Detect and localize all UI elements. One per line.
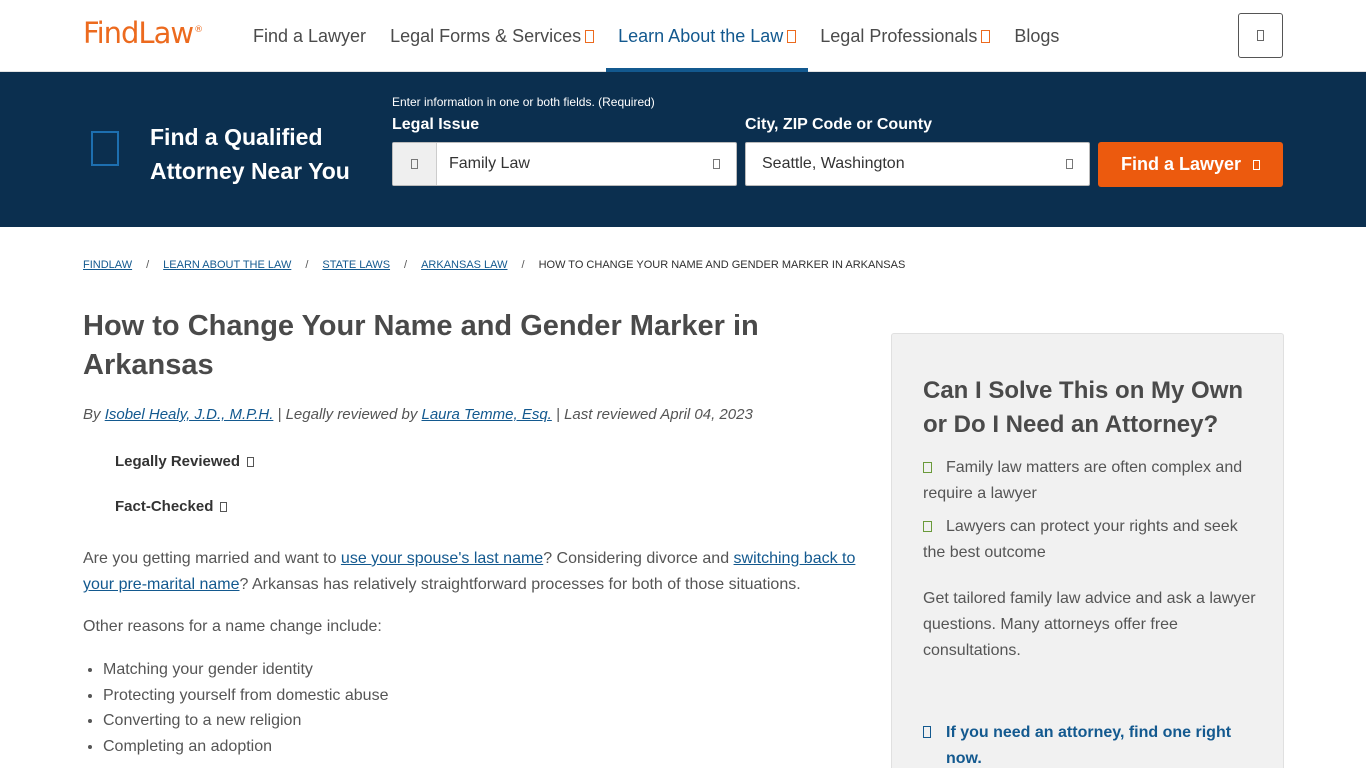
breadcrumb-separator: /	[305, 259, 309, 271]
close-icon[interactable]	[1065, 159, 1073, 169]
breadcrumb-current: HOW TO CHANGE YOUR NAME AND GENDER MARKE…	[538, 259, 906, 271]
find-attorney-link[interactable]: If you need an attorney, find one right …	[923, 720, 1253, 768]
menu-icon[interactable]	[1257, 30, 1264, 41]
byline-reviewed-prefix: | Legally reviewed by	[273, 406, 422, 423]
intro-text-3: ? Arkansas has relatively straightforwar…	[239, 576, 801, 593]
list-item: Protecting yourself from domestic abuse	[103, 683, 388, 709]
location-input[interactable]: Seattle, Washington	[746, 155, 1049, 173]
intro-text-2: ? Considering divorce and	[543, 550, 734, 567]
search-hint: Enter information in one or both fields.…	[392, 95, 655, 109]
nav-find-a-lawyer-label[interactable]: Find a Lawyer	[253, 26, 366, 47]
nav-find-a-lawyer[interactable]: Find a Lawyer	[241, 0, 378, 72]
top-navigation: FindLaw® Find a Lawyer Legal Forms & Ser…	[0, 0, 1366, 72]
card-title: Can I Solve This on My Own or Do I Need …	[923, 377, 1244, 438]
reasons-list: Matching your gender identity Protecting…	[103, 657, 388, 760]
location-clear[interactable]	[1049, 159, 1089, 169]
reviewer-link[interactable]: Laura Temme, Esq.	[422, 406, 552, 423]
card-point-text: Lawyers can protect your rights and seek…	[923, 518, 1238, 561]
search-heading: Find a Qualified Attorney Near You	[150, 124, 350, 184]
nav-legal-professionals-label[interactable]: Legal Professionals	[820, 26, 977, 47]
legal-issue-clear[interactable]	[696, 159, 736, 169]
chevron-down-icon[interactable]	[220, 501, 228, 512]
find-attorney-link-label[interactable]: If you need an attorney, find one right …	[946, 720, 1253, 768]
list-item: Matching your gender identity	[103, 657, 388, 683]
findlaw-logo[interactable]: FindLaw®	[83, 16, 203, 50]
breadcrumb-findlaw[interactable]: FINDLAW	[83, 259, 132, 271]
legal-issue-label: Legal Issue	[392, 116, 480, 133]
legal-issue-field[interactable]: Family Law	[392, 142, 737, 186]
spouse-last-name-link[interactable]: use your spouse's last name	[341, 550, 543, 567]
logo-registered-mark: ®	[194, 25, 203, 36]
list-item: Completing an adoption	[103, 734, 388, 760]
card-point: Family law matters are often complex and…	[923, 455, 1263, 507]
attorney-help-card: Can I Solve This on My Own or Do I Need …	[891, 333, 1284, 768]
briefcase-icon	[411, 159, 418, 169]
nav-blogs-label[interactable]: Blogs	[1014, 26, 1059, 47]
legal-issue-prefix	[393, 143, 437, 185]
byline-last-reviewed: | Last reviewed April 04, 2023	[551, 406, 753, 423]
check-icon	[923, 462, 932, 474]
attorney-icon	[91, 131, 119, 166]
intro-text-1: Are you getting married and want to	[83, 550, 341, 567]
nav-learn-label[interactable]: Learn About the Law	[618, 26, 783, 47]
card-body: Get tailored family law advice and ask a…	[923, 590, 1256, 659]
nav-blogs[interactable]: Blogs	[1002, 0, 1071, 72]
byline-by: By	[83, 406, 105, 423]
nav-legal-forms[interactable]: Legal Forms & Services	[378, 0, 606, 72]
nav-learn-about-the-law[interactable]: Learn About the Law	[606, 0, 809, 72]
chevron-down-icon[interactable]	[247, 456, 255, 467]
byline: By Isobel Healy, J.D., M.P.H. | Legally …	[83, 406, 753, 423]
chevron-down-icon[interactable]	[787, 29, 797, 43]
chevron-down-icon[interactable]	[585, 29, 595, 43]
card-point: Lawyers can protect your rights and seek…	[923, 514, 1263, 566]
location-field[interactable]: Seattle, Washington	[745, 142, 1090, 186]
legally-reviewed-label[interactable]: Legally Reviewed	[115, 453, 240, 470]
page-title: How to Change Your Name and Gender Marke…	[83, 310, 759, 381]
author-link[interactable]: Isobel Healy, J.D., M.P.H.	[105, 406, 274, 423]
breadcrumb-separator: /	[146, 259, 150, 271]
main-nav: Find a Lawyer Legal Forms & Services Lea…	[241, 0, 1071, 72]
find-a-lawyer-button[interactable]: Find a Lawyer	[1098, 142, 1283, 187]
legally-reviewed-badge[interactable]: Legally Reviewed	[115, 453, 255, 470]
legal-issue-input[interactable]: Family Law	[437, 155, 696, 173]
check-icon	[923, 521, 932, 533]
location-label: City, ZIP Code or County	[745, 116, 932, 133]
fact-checked-badge[interactable]: Fact-Checked	[115, 498, 228, 515]
intro-paragraph: Are you getting married and want to use …	[83, 546, 858, 598]
search-icon[interactable]	[1253, 159, 1261, 170]
fact-checked-label[interactable]: Fact-Checked	[115, 498, 213, 515]
close-icon[interactable]	[712, 159, 720, 169]
chevron-down-icon[interactable]	[981, 29, 991, 43]
breadcrumb-separator: /	[521, 259, 525, 271]
menu-button[interactable]	[1238, 13, 1283, 58]
nav-legal-forms-label[interactable]: Legal Forms & Services	[390, 26, 581, 47]
nav-legal-professionals[interactable]: Legal Professionals	[808, 0, 1002, 72]
breadcrumb-state-laws[interactable]: STATE LAWS	[322, 259, 390, 271]
lawyer-search-band: Find a Qualified Attorney Near You Enter…	[0, 72, 1366, 227]
reasons-intro: Other reasons for a name change include:	[83, 618, 382, 635]
find-a-lawyer-button-label[interactable]: Find a Lawyer	[1121, 154, 1241, 175]
breadcrumb-arkansas-law[interactable]: ARKANSAS LAW	[421, 259, 507, 271]
card-point-text: Family law matters are often complex and…	[923, 459, 1243, 502]
arrow-icon[interactable]	[923, 726, 931, 738]
list-item: Converting to a new religion	[103, 708, 388, 734]
breadcrumb-learn-about-the-law[interactable]: LEARN ABOUT THE LAW	[163, 259, 291, 271]
logo-text[interactable]: FindLaw	[83, 16, 194, 50]
breadcrumb: FINDLAW / LEARN ABOUT THE LAW / STATE LA…	[83, 259, 905, 271]
breadcrumb-separator: /	[404, 259, 408, 271]
